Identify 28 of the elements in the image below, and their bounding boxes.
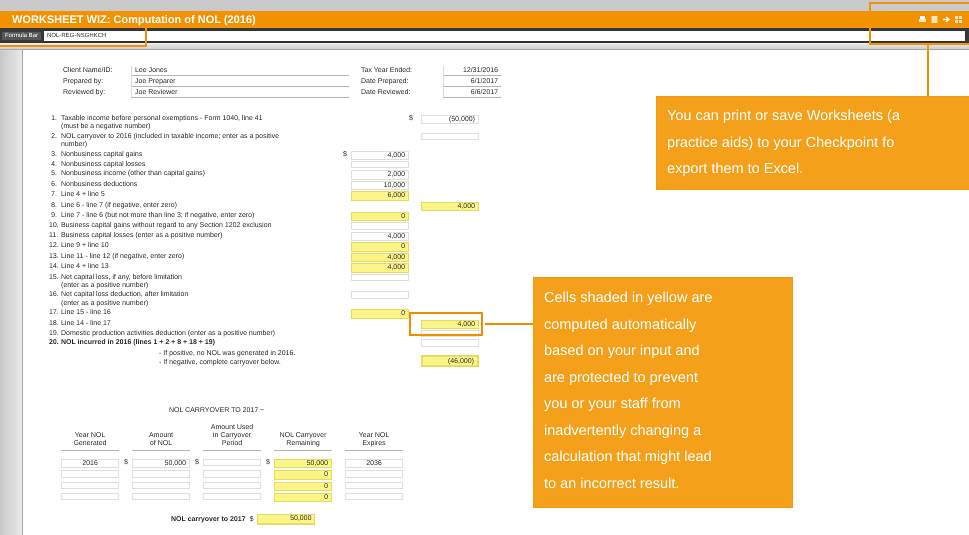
table-cell[interactable] bbox=[132, 470, 190, 478]
amount-cell[interactable] bbox=[421, 132, 479, 140]
amount-cell[interactable] bbox=[351, 291, 409, 299]
amount-cell[interactable] bbox=[421, 339, 479, 347]
window-title: WORKSHEET WIZ: Computation of NOL (2016) bbox=[12, 14, 256, 26]
leader-line bbox=[927, 43, 929, 96]
table-cell[interactable] bbox=[203, 482, 261, 489]
table-cell[interactable] bbox=[345, 492, 403, 500]
leader-line bbox=[485, 323, 533, 325]
amount-cell[interactable] bbox=[351, 222, 409, 230]
table-cell[interactable] bbox=[203, 458, 261, 466]
table-cell[interactable] bbox=[203, 492, 261, 500]
document-icon[interactable] bbox=[930, 15, 939, 24]
amount-cell[interactable] bbox=[351, 274, 409, 281]
table-cell[interactable] bbox=[345, 482, 403, 489]
table-cell[interactable] bbox=[203, 470, 261, 478]
table-cell[interactable] bbox=[61, 492, 119, 500]
table-cell[interactable] bbox=[132, 492, 190, 500]
table-cell[interactable] bbox=[132, 482, 190, 489]
table-cell[interactable] bbox=[345, 470, 403, 478]
amount-cell[interactable] bbox=[351, 161, 409, 168]
callout-text: You can print or save Worksheets (a practice aids) to your Checkpoint fo export them to Excel. bbox=[667, 107, 900, 179]
table-cell[interactable] bbox=[61, 482, 119, 489]
callout-text: Cells shaded in yellow are computed automatically based on your input and are protected to prevent you or your staff from inadvertently changing a calculation that might lead to an incorrect result. bbox=[544, 289, 712, 494]
export-icon[interactable] bbox=[942, 15, 951, 24]
grid-icon[interactable] bbox=[954, 15, 963, 24]
table-cell[interactable] bbox=[61, 470, 119, 478]
print-icon[interactable] bbox=[918, 15, 927, 24]
